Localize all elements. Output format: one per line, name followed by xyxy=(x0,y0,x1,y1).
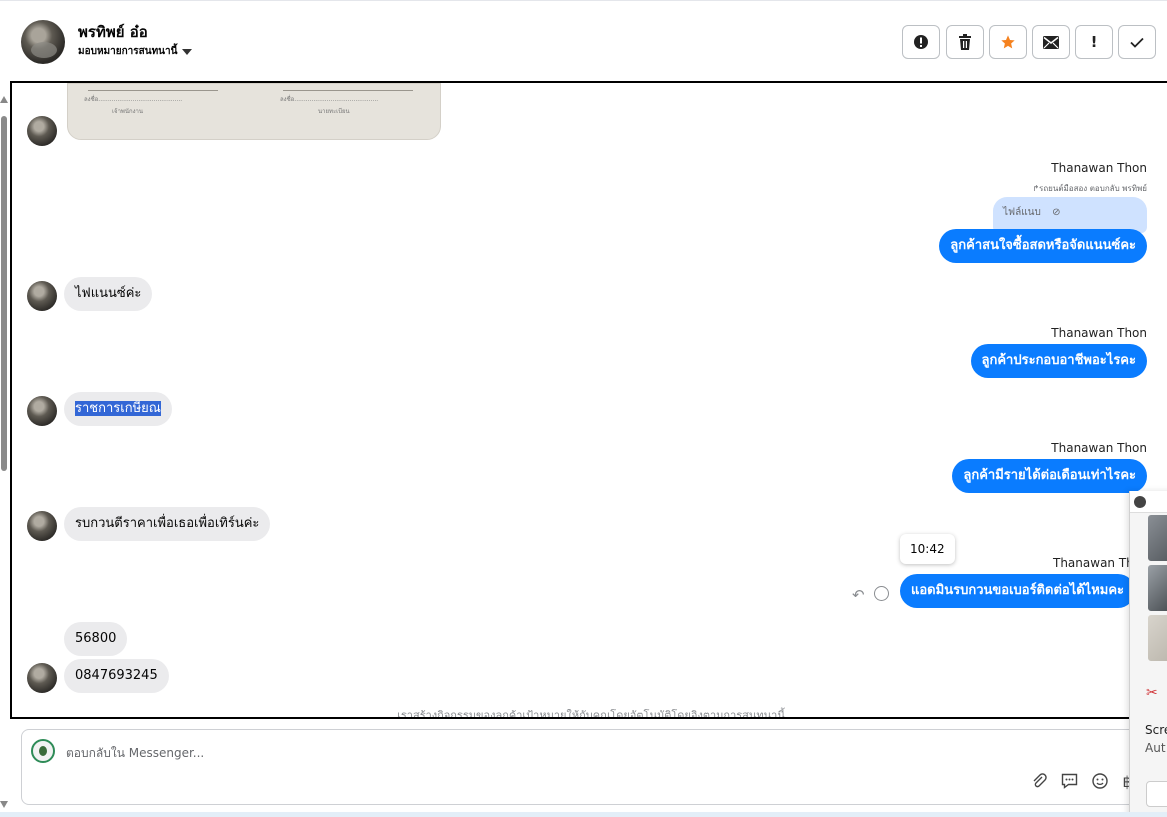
paperclip-icon[interactable] xyxy=(1031,773,1048,794)
delete-button[interactable] xyxy=(946,25,984,59)
popup-thumbnails xyxy=(1148,515,1167,665)
reply-icon[interactable]: ↶ xyxy=(852,586,865,604)
activity-footnote: เราสร้างกิจกรรมของลูกค้าเป้าหมายให้กับคุ… xyxy=(397,709,785,719)
mark-done-button[interactable] xyxy=(1118,25,1156,59)
reply-note: ↱รถยนต์มือสอง ตอบกลับ พรทิพย์ xyxy=(1032,184,1147,193)
page-avatar xyxy=(31,739,55,763)
attachment-label: ไฟล์แนบ xyxy=(1003,207,1041,218)
popup-avatar xyxy=(1134,496,1146,508)
contact-avatar[interactable] xyxy=(21,20,65,64)
info-button[interactable] xyxy=(902,25,940,59)
contact-avatar-small xyxy=(27,281,57,311)
sender-name: Thanawan Thon xyxy=(1051,326,1147,340)
incoming-message[interactable]: 0847693245 xyxy=(64,659,169,693)
outgoing-message[interactable]: ลูกค้าประกอบอาชีพอะไรคะ xyxy=(970,344,1147,378)
contact-avatar-small xyxy=(27,116,57,146)
sender-name: Thanawan Thon xyxy=(1051,161,1147,175)
star-button[interactable] xyxy=(989,25,1027,59)
exclamation-circle-icon xyxy=(914,35,928,49)
assign-conversation-dropdown[interactable]: มอบหมายการสนทนานี้ xyxy=(78,44,193,59)
sender-name: Thanawan Thon xyxy=(1051,441,1147,455)
reply-composer[interactable]: ตอบกลับใน Messenger... ฿ xyxy=(21,729,1151,805)
outgoing-message[interactable]: แอดมินรบกวนขอเบอร์ติดต่อได้ไหมคะ xyxy=(900,574,1136,608)
incoming-message[interactable]: ราชการเกษียณ xyxy=(64,392,172,426)
alert-label: ! xyxy=(1090,33,1098,51)
incoming-message[interactable]: 56800 xyxy=(64,622,128,656)
contact-name[interactable]: พรทิพย์ อ๋อ xyxy=(78,20,148,44)
document-image-message[interactable]: ลงชื่อ..................................… xyxy=(67,83,441,140)
assign-label: มอบหมายการสนทนานี้ xyxy=(78,46,178,57)
incoming-message[interactable]: รบกวนตีราคาเพื่อเธอเพื่อเทิร์นค่ะ xyxy=(64,507,271,541)
screenshot-notification-popup[interactable]: ✂ Scre Aut xyxy=(1129,491,1167,817)
snipping-tool-icon: ✂ xyxy=(1146,685,1158,701)
popup-subtitle: Aut xyxy=(1145,741,1166,755)
composer-toolbar: ฿ xyxy=(1031,773,1132,794)
attachment-bubble[interactable]: ไฟล์แนบ ⊘ xyxy=(993,197,1147,233)
scroll-down-arrow-icon[interactable] xyxy=(0,801,8,808)
saved-replies-icon[interactable] xyxy=(1061,773,1078,794)
message-time-tooltip: 10:42 xyxy=(900,534,955,564)
contact-avatar-small xyxy=(27,396,57,426)
star-icon xyxy=(1001,35,1015,49)
selected-text: ราชการเกษียณ xyxy=(75,401,161,416)
mail-button[interactable] xyxy=(1032,25,1070,59)
trash-icon xyxy=(959,34,971,50)
scroll-up-arrow-icon[interactable] xyxy=(0,96,8,103)
popup-title: Scre xyxy=(1145,723,1167,737)
message-thread[interactable]: ลงชื่อ..................................… xyxy=(10,81,1167,719)
reply-input[interactable]: ตอบกลับใน Messenger... xyxy=(66,744,204,763)
incoming-message[interactable]: ไฟแนนซ์ค่ะ xyxy=(64,277,153,311)
conversation-header: พรทิพย์ อ๋อ มอบหมายการสนทนานี้ ! xyxy=(0,0,1167,81)
window-bottom-edge xyxy=(0,812,1167,817)
paperclip-icon: ⊘ xyxy=(1052,207,1061,218)
contact-avatar-small xyxy=(27,663,57,693)
outgoing-message[interactable]: ลูกค้ามีรายได้ต่อเดือนเท่าไรคะ xyxy=(952,459,1147,493)
messenger-window: พรทิพย์ อ๋อ มอบหมายการสนทนานี้ ! ลงชื่อ.… xyxy=(0,0,1167,817)
react-emoji-icon[interactable] xyxy=(874,586,889,601)
caret-down-icon xyxy=(182,48,193,55)
alert-button[interactable]: ! xyxy=(1075,25,1113,59)
envelope-icon xyxy=(1043,35,1059,49)
scrollbar-thumb[interactable] xyxy=(1,116,7,471)
conversation-list-scrollbar[interactable] xyxy=(0,96,8,808)
contact-avatar-small xyxy=(27,511,57,541)
popup-action-button[interactable] xyxy=(1146,781,1167,807)
check-icon xyxy=(1130,37,1144,48)
emoji-icon[interactable] xyxy=(1092,773,1109,794)
outgoing-message[interactable]: ลูกค้าสนใจซื้อสดหรือจัดแนนซ์คะ xyxy=(939,229,1147,263)
